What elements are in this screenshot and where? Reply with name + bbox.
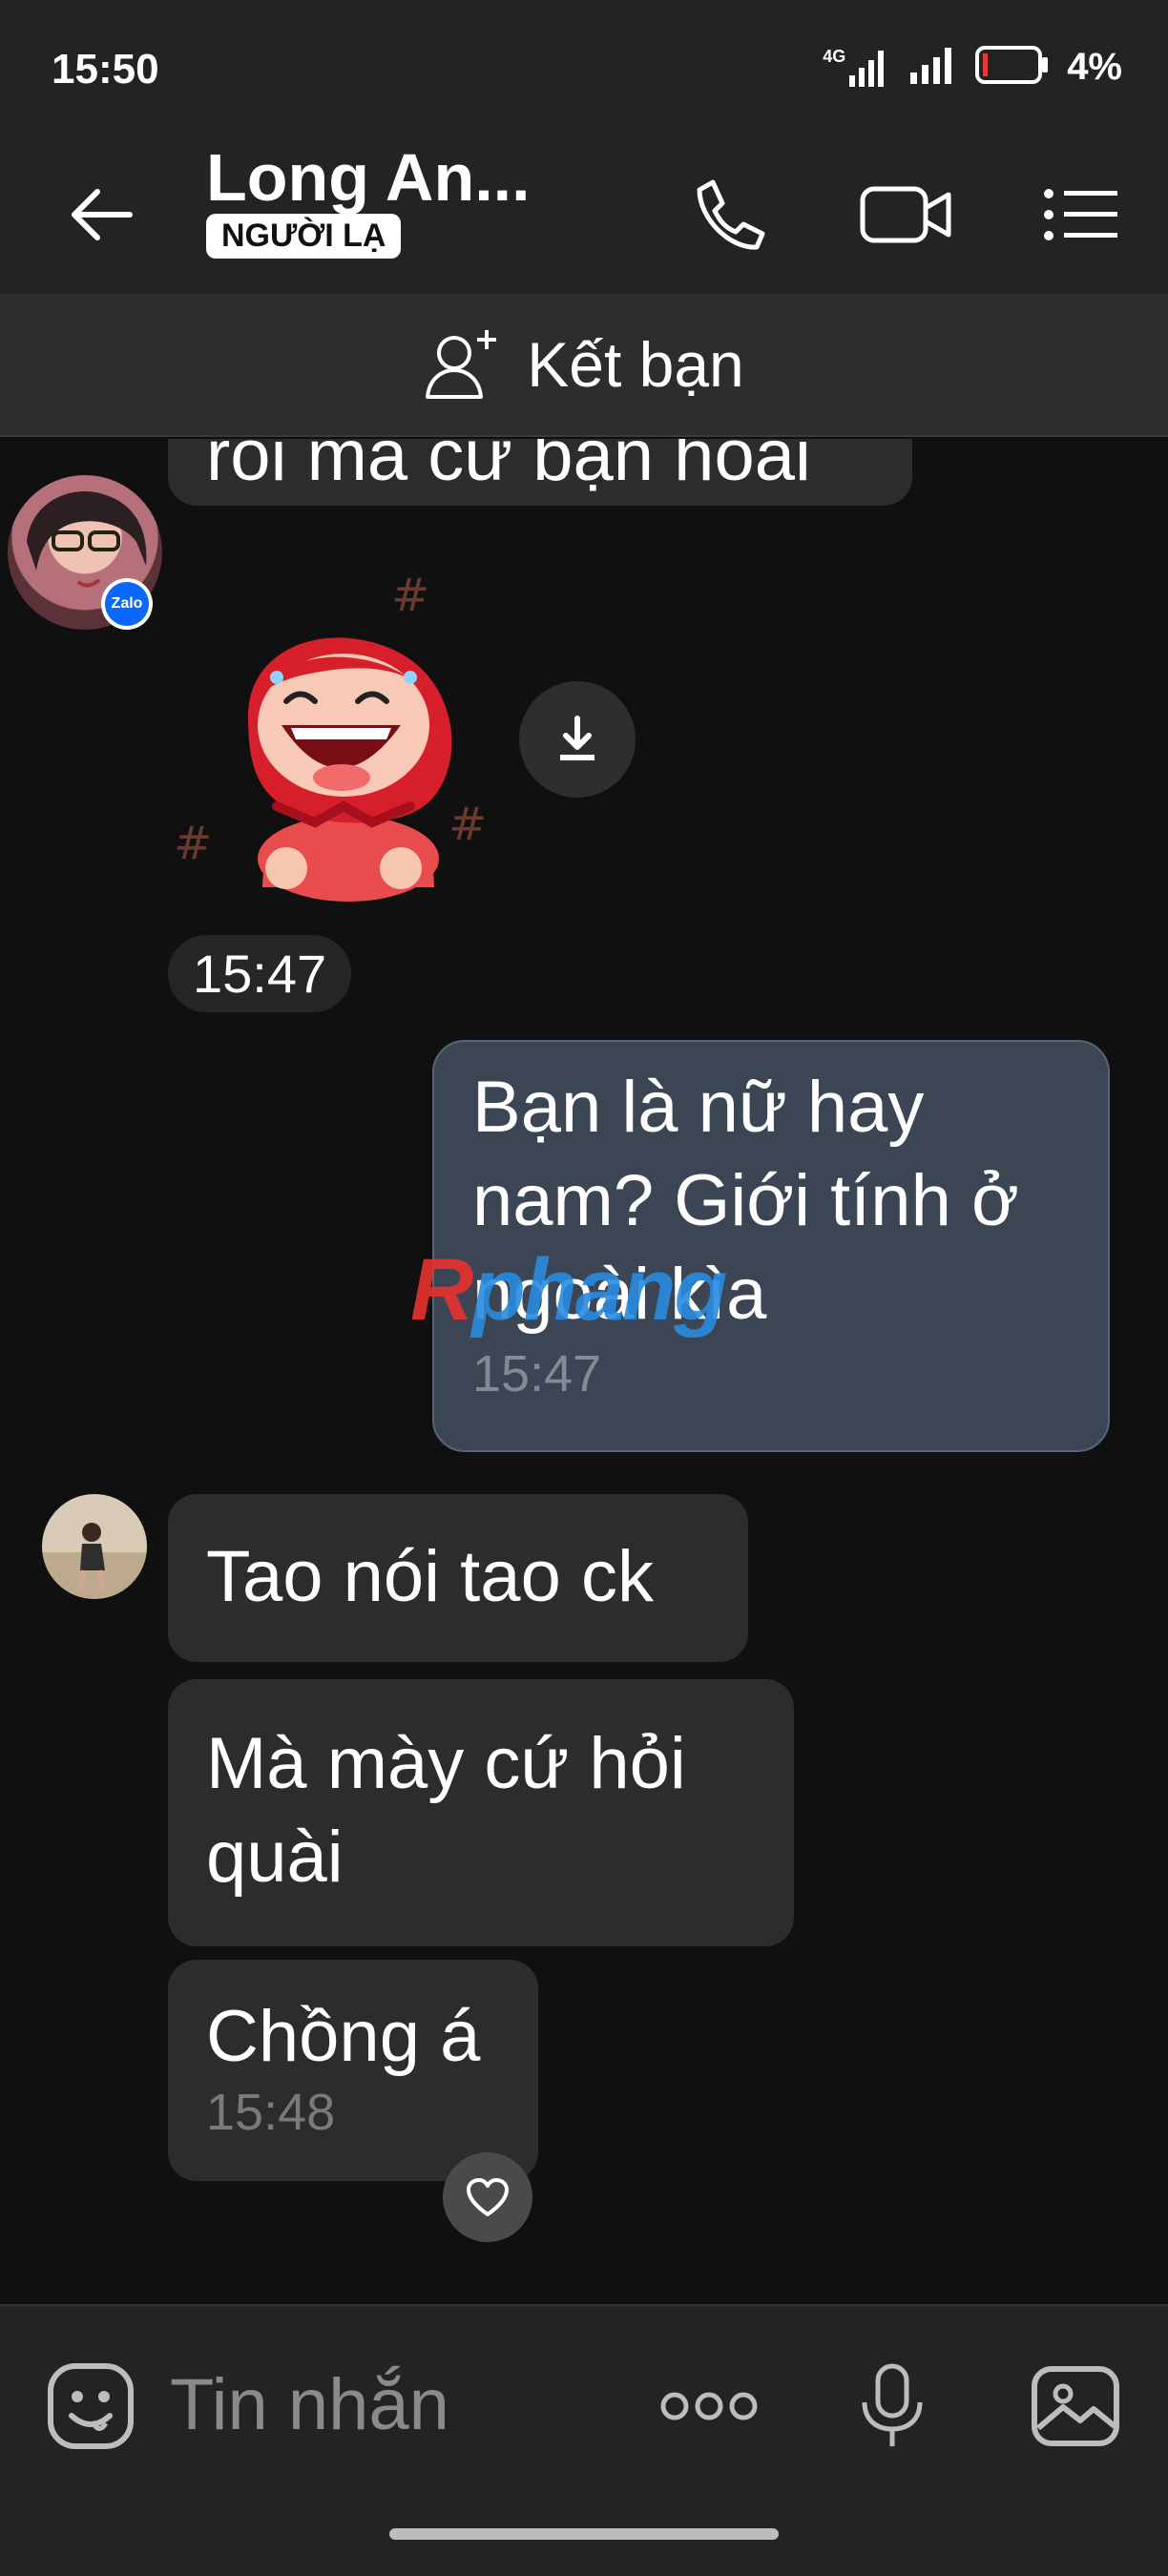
download-sticker-button[interactable] [519,681,636,798]
image-picker-button[interactable] [1023,2354,1128,2459]
back-button[interactable] [57,172,143,258]
sender-avatar[interactable] [42,1494,147,1599]
message-bubble-incoming[interactable]: Chồng á 15:48 [168,1960,538,2181]
microphone-icon [862,2363,923,2446]
menu-button[interactable] [1029,162,1134,267]
add-friend-bar[interactable]: Kết bạn [0,294,1168,437]
add-friend-icon [426,330,497,399]
signal-4g-icon: 4G [823,47,889,89]
status-bar: 15:50 4G 4% [0,0,1168,134]
zalo-badge-label: Zalo [105,582,149,626]
message-text: Chồng á [206,1996,481,2077]
message-text-line: Mà mày cứ hỏi [206,1723,686,1804]
react-heart-button[interactable] [443,2152,532,2242]
video-call-button[interactable] [854,162,959,267]
status-time: 15:50 [52,46,159,93]
battery-percent: 4% [1067,46,1122,88]
svg-text:#: # [391,572,429,622]
watermark-part-2: phang [471,1241,727,1339]
message-timestamp: 15:47 [472,1345,602,1402]
message-text: Tao nói tao ck [206,1536,654,1617]
call-button[interactable] [678,162,782,267]
menu-list-icon [1044,189,1117,240]
contact-name[interactable]: Long An... [206,139,531,216]
emoji-icon [48,2363,134,2449]
phone-icon [697,179,765,250]
home-indicator[interactable] [389,2528,779,2540]
message-bubble-incoming[interactable]: Tao nói tao ck [168,1494,748,1662]
message-text-line: nam? Giới tính ở [472,1160,1019,1241]
signal-icon [907,44,958,91]
svg-text:#: # [174,817,212,870]
battery-icon [975,45,1050,90]
more-options-icon [660,2392,758,2420]
sticker-message[interactable]: # # # [172,569,506,906]
watermark-logo: Rphang [410,1240,727,1340]
message-bubble-incoming[interactable]: Mà mày cứ hỏi quài [168,1679,794,1946]
message-list[interactable]: rồi mà cứ bạn hoài Zalo # # # 15:47 Bạn … [0,439,1168,2304]
message-text-line: Bạn là nữ hay [472,1067,925,1148]
message-input[interactable]: Tin nhắn [170,2363,449,2446]
message-bubble-incoming[interactable]: rồi mà cứ bạn hoài [168,439,912,506]
video-call-icon [860,186,951,243]
heart-icon [467,2178,509,2216]
download-icon [560,716,594,760]
message-text-line: quài [206,1817,344,1898]
stranger-badge: NGƯỜI LẠ [206,214,402,259]
voice-record-button[interactable] [840,2354,945,2459]
message-timestamp: 15:47 [168,935,352,1012]
status-indicators: 4G 4% [823,44,1122,91]
message-timestamp: 15:48 [206,2084,336,2141]
message-text: rồi mà cứ bạn hoài [206,439,811,496]
laughing-sticker: # # # [174,569,487,902]
chat-header: Long An... NGƯỜI LẠ [0,134,1168,294]
avatar-person [77,1523,106,1590]
back-arrow-icon [72,189,133,240]
emoji-button[interactable] [38,2354,143,2459]
more-options-button[interactable] [657,2354,761,2459]
zalo-badge: Zalo [101,578,153,630]
watermark-part-1: R [410,1241,473,1339]
add-friend-label: Kết bạn [527,329,744,400]
image-icon [1032,2366,1119,2446]
svg-text:#: # [448,798,487,851]
